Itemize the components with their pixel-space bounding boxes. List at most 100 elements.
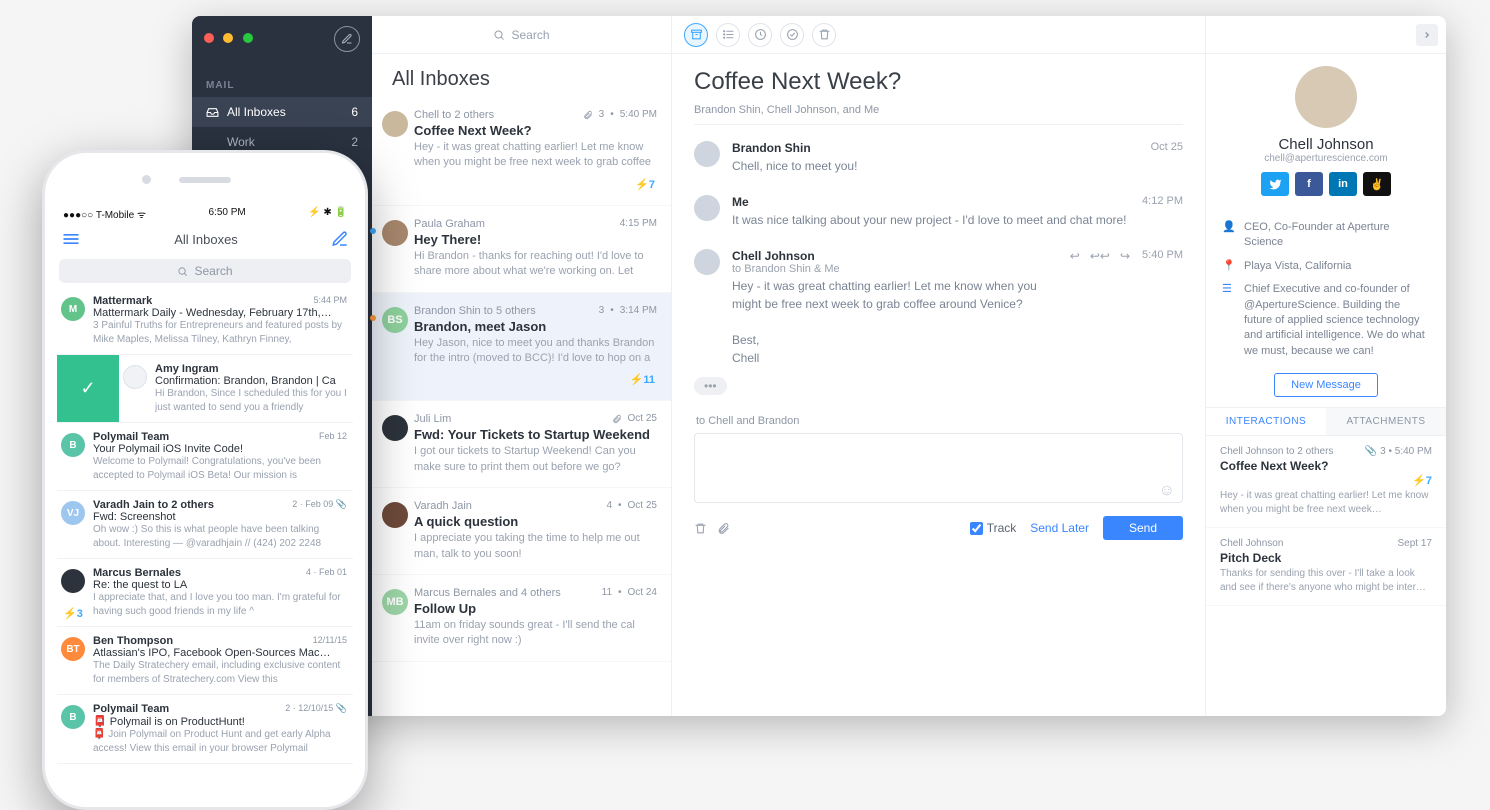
avatar: BT bbox=[61, 637, 85, 661]
avatar: BS bbox=[382, 307, 408, 333]
list-button[interactable] bbox=[716, 23, 740, 47]
list-title: All Inboxes bbox=[372, 54, 671, 97]
attachment-icon bbox=[612, 414, 622, 424]
thread-meta: 4:15 PM bbox=[620, 218, 657, 229]
send-button[interactable]: Send bbox=[1103, 516, 1183, 540]
message: Brandon ShinChell, nice to meet you!Oct … bbox=[672, 131, 1205, 185]
send-later-button[interactable]: Send Later bbox=[1030, 521, 1089, 535]
reply-icon[interactable]: ↩ bbox=[1070, 249, 1080, 367]
interaction-item[interactable]: 📎 3 • 5:40 PMChell Johnson to 2 othersCo… bbox=[1206, 436, 1446, 528]
bolt-icon: ⚡3 bbox=[63, 607, 83, 620]
conversation-participants: Brandon Shin, Chell Johnson, and Me bbox=[694, 96, 1183, 125]
thread-meta: 3•5:40 PM bbox=[583, 109, 657, 120]
thread-meta: 4•Oct 25 bbox=[606, 500, 657, 511]
tab-interactions[interactable]: INTERACTIONS bbox=[1206, 408, 1326, 435]
avatar bbox=[694, 141, 720, 167]
track-checkbox[interactable]: Track bbox=[970, 521, 1017, 535]
emoji-icon[interactable]: ☺ bbox=[1159, 482, 1175, 500]
composer: to Chell and Brandon ☺ Track Send Later … bbox=[694, 409, 1183, 540]
more-menu-button[interactable]: ••• bbox=[694, 377, 727, 395]
contact-location: 📍Playa Vista, California bbox=[1206, 255, 1446, 278]
thread-item[interactable]: 3•5:40 PMChell to 2 othersCoffee Next We… bbox=[372, 97, 671, 206]
compose-icon[interactable] bbox=[331, 230, 349, 248]
phone-thread-item[interactable]: BT12/11/15Ben ThompsonAtlassian's IPO, F… bbox=[57, 627, 353, 695]
phone-thread-item[interactable]: VJ2 · Feb 09 📎Varadh Jain to 2 othersFwd… bbox=[57, 491, 353, 559]
thread-item[interactable]: BS3•3:14 PMBrandon Shin to 5 othersBrand… bbox=[372, 293, 671, 402]
thread-item[interactable]: 4:15 PMPaula GrahamHey There!Hi Brandon … bbox=[372, 206, 671, 293]
phone-thread-item[interactable]: ✓Amy IngramConfirmation: Brandon, Brando… bbox=[57, 355, 353, 423]
new-message-button[interactable]: New Message bbox=[1274, 373, 1378, 397]
message-time: Oct 25 bbox=[1151, 141, 1183, 175]
facebook-icon[interactable]: f bbox=[1295, 172, 1323, 196]
archive-button[interactable] bbox=[684, 23, 708, 47]
location-icon: 📍 bbox=[1222, 259, 1236, 274]
thread-subject: Follow Up bbox=[414, 601, 655, 616]
conversation-subject: Coffee Next Week? bbox=[694, 68, 1183, 96]
thread-item[interactable]: MB11•Oct 24Marcus Bernales and 4 othersF… bbox=[372, 575, 671, 662]
thread-subject: Coffee Next Week? bbox=[414, 123, 655, 138]
thread-item[interactable]: Oct 25Juli LimFwd: Your Tickets to Start… bbox=[372, 401, 671, 488]
sidebar-item-all-inboxes[interactable]: All Inboxes 6 bbox=[192, 97, 372, 127]
twitter-icon[interactable] bbox=[1261, 172, 1289, 196]
avatar bbox=[694, 249, 720, 275]
avatar bbox=[382, 502, 408, 528]
avatar bbox=[382, 111, 408, 137]
mark-done-button[interactable] bbox=[780, 23, 804, 47]
compose-button[interactable] bbox=[334, 26, 360, 52]
expand-button[interactable] bbox=[1416, 24, 1438, 46]
attachment-icon[interactable] bbox=[717, 522, 730, 535]
contact-bio: ☰Chief Executive and co-founder of @Aper… bbox=[1206, 278, 1446, 363]
phone-thread-item[interactable]: B2 · 12/10/15 📎Polymail Team📮 Polymail i… bbox=[57, 695, 353, 764]
window-controls bbox=[192, 16, 372, 62]
angellist-icon[interactable]: ✌ bbox=[1363, 172, 1391, 196]
close-window-icon[interactable] bbox=[204, 33, 214, 43]
delete-button[interactable] bbox=[812, 23, 836, 47]
search-placeholder: Search bbox=[511, 28, 549, 42]
search-icon bbox=[177, 266, 188, 277]
phone-search-input[interactable]: Search bbox=[59, 259, 351, 283]
message: MeIt was nice talking about your new pro… bbox=[672, 185, 1205, 239]
avatar bbox=[382, 415, 408, 441]
thread-preview: 11am on friday sounds great - I'll send … bbox=[414, 618, 655, 649]
avatar: VJ bbox=[61, 501, 85, 525]
bio-icon: ☰ bbox=[1222, 282, 1236, 359]
forward-icon[interactable]: ↪ bbox=[1120, 249, 1130, 367]
desktop-app-window: MAIL All Inboxes 6 Work 2 4 Search All I… bbox=[192, 16, 1446, 716]
message-body: Chell, nice to meet you! bbox=[732, 157, 1139, 175]
maximize-window-icon[interactable] bbox=[243, 33, 253, 43]
snooze-button[interactable] bbox=[748, 23, 772, 47]
thread-meta: Oct 25 bbox=[612, 413, 657, 424]
contact-email: chell@aperturescience.com bbox=[1218, 153, 1434, 164]
phone-title: All Inboxes bbox=[174, 232, 238, 247]
interaction-item[interactable]: Sept 17Chell JohnsonPitch DeckThanks for… bbox=[1206, 528, 1446, 606]
reply-all-icon[interactable]: ↩↩ bbox=[1090, 249, 1110, 367]
avatar: B bbox=[61, 433, 85, 457]
thread-item[interactable]: 4•Oct 25Varadh JainA quick questionI app… bbox=[372, 488, 671, 575]
avatar bbox=[123, 365, 147, 389]
thread-preview: Hey Jason, nice to meet you and thanks B… bbox=[414, 336, 655, 367]
message: Chell Johnsonto Brandon Shin & MeHey - i… bbox=[672, 239, 1205, 377]
thread-subject: Hey There! bbox=[414, 232, 655, 247]
compose-body[interactable] bbox=[694, 433, 1183, 503]
tab-attachments[interactable]: ATTACHMENTS bbox=[1326, 408, 1446, 435]
thread-preview: Hi Brandon - thanks for reaching out! I'… bbox=[414, 249, 655, 280]
thread-preview: I got our tickets to Startup Weekend! Ca… bbox=[414, 444, 655, 475]
thread-preview: Hey - it was great chatting earlier! Let… bbox=[414, 140, 655, 171]
person-icon: 👤 bbox=[1222, 220, 1236, 251]
avatar: M bbox=[61, 297, 85, 321]
message-sender: Me bbox=[732, 195, 1130, 209]
phone-thread-item[interactable]: M5:44 PMMattermarkMattermark Daily - Wed… bbox=[57, 287, 353, 355]
check-icon: ✓ bbox=[57, 355, 119, 422]
compose-to[interactable]: to Chell and Brandon bbox=[694, 409, 1183, 433]
phone-thread-item[interactable]: 4 · Feb 01Marcus BernalesRe: the quest t… bbox=[57, 559, 353, 627]
thread-list: Search All Inboxes 3•5:40 PMChell to 2 o… bbox=[372, 16, 672, 716]
phone-thread-item[interactable]: BFeb 12Polymail TeamYour Polymail iOS In… bbox=[57, 423, 353, 491]
search-icon bbox=[493, 29, 505, 41]
hamburger-icon[interactable] bbox=[61, 229, 81, 249]
minimize-window-icon[interactable] bbox=[223, 33, 233, 43]
linkedin-icon[interactable]: in bbox=[1329, 172, 1357, 196]
search-input[interactable]: Search bbox=[372, 16, 671, 54]
trash-icon[interactable] bbox=[694, 522, 707, 535]
avatar bbox=[694, 195, 720, 221]
phone-device: ●●●○○ T-Mobile ᯤ 6:50 PM ⚡ ✱ 🔋 All Inbox… bbox=[42, 150, 368, 810]
